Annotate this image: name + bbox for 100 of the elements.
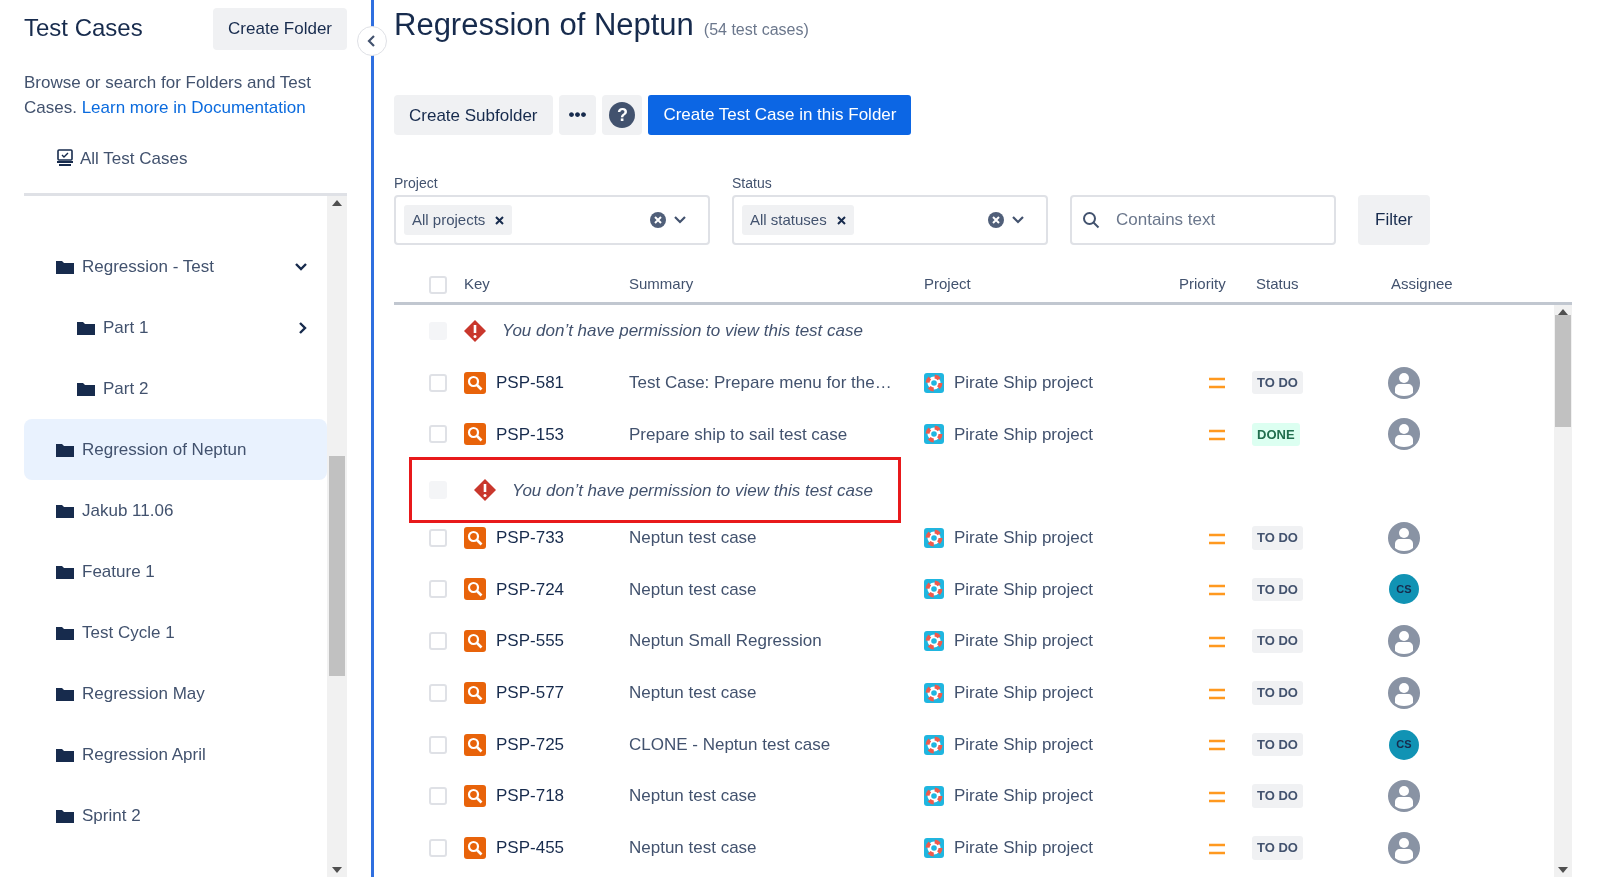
column-header[interactable]: Project: [924, 273, 1179, 296]
permission-message: You don’t have permission to view this test case: [502, 320, 863, 343]
table-cell-text: Neptun test case: [629, 837, 758, 860]
medium-priority-icon: [1209, 429, 1225, 442]
select-all-checkbox[interactable]: [429, 275, 447, 294]
search-icon: [464, 371, 486, 394]
tree-item[interactable]: All Test Cases: [80, 145, 188, 171]
folder-icon: [56, 624, 74, 641]
table-cell-text: Neptun Small Regression: [629, 630, 823, 653]
tree-item[interactable]: Test Cycle 1: [24, 602, 327, 663]
remove-icon: [495, 215, 505, 225]
chevron-down-icon: [674, 216, 686, 225]
filter-button[interactable]: Filter: [1358, 195, 1430, 246]
medium-priority-icon: [1209, 584, 1225, 597]
chevron-right-icon: [299, 321, 307, 334]
search-icon: [464, 630, 486, 653]
test-case-key[interactable]: PSP-555: [496, 628, 565, 654]
status-select[interactable]: All statuses: [732, 195, 1048, 246]
row-checkbox[interactable]: [429, 580, 447, 599]
row-checkbox[interactable]: [429, 373, 447, 392]
sidebar-title: Test Cases: [24, 14, 143, 44]
scrollbar-thumb[interactable]: [329, 456, 345, 676]
tree-item[interactable]: Regression of Neptun: [24, 419, 327, 480]
scrollbar[interactable]: [327, 196, 347, 877]
search-icon: [1082, 211, 1100, 230]
tree-item[interactable]: Part 1: [24, 297, 327, 358]
test-case-key[interactable]: PSP-577: [496, 680, 565, 706]
project-select[interactable]: All projects: [394, 195, 710, 246]
table-cell-text: Pirate Ship project: [954, 682, 1093, 705]
row-checkbox[interactable]: [429, 425, 447, 444]
lifebuoy-icon: [924, 734, 944, 755]
folder-icon: [56, 563, 74, 580]
tree-item[interactable]: Feature 1: [24, 541, 327, 602]
column-header[interactable]: Status: [1256, 273, 1379, 296]
table-cell-text: Pirate Ship project: [954, 527, 1093, 550]
column-header[interactable]: Assignee: [1391, 273, 1572, 296]
create-test-case-button[interactable]: Create Test Case in this Folder: [648, 95, 912, 136]
status-lozenge: TO DO: [1252, 370, 1303, 395]
more-button[interactable]: •••: [558, 95, 597, 136]
table-cell-text: Neptun test case: [629, 578, 758, 601]
search-field[interactable]: Contains text: [1070, 195, 1336, 246]
table-cell-text: Prepare ship to sail test case: [629, 423, 849, 446]
tree-item[interactable]: Sprint 2: [24, 785, 327, 846]
column-header[interactable]: Summary: [629, 273, 924, 296]
folder-icon: [56, 258, 74, 275]
row-checkbox[interactable]: [429, 683, 447, 702]
scroll-down-icon: [1558, 867, 1568, 873]
scrollbar-thumb[interactable]: [1555, 315, 1571, 428]
chevron-down-icon: [295, 262, 307, 271]
test-case-key[interactable]: PSP-718: [496, 783, 565, 809]
monitor-icon: [56, 149, 74, 168]
medium-priority-icon: [1209, 377, 1225, 390]
scroll-up-icon: [332, 200, 342, 206]
table-cell-text: Test Case: Prepare menu for the…: [629, 371, 893, 394]
clear-icon: [988, 212, 1004, 229]
search-icon: [464, 785, 486, 808]
table-cell-text: Pirate Ship project: [954, 785, 1093, 808]
tree-item[interactable]: Part 2: [24, 358, 327, 419]
tree-item[interactable]: Regression - Test: [24, 236, 327, 297]
tree-item[interactable]: Regression April: [24, 724, 327, 785]
tree-item[interactable]: Regression May: [24, 663, 327, 724]
table-cell-text: Pirate Ship project: [954, 837, 1093, 860]
row-checkbox[interactable]: [429, 528, 447, 547]
permission-message: You don’t have permission to view this test case: [512, 479, 873, 502]
folder-icon: [77, 319, 95, 336]
documentation-link[interactable]: Learn more in Documentation: [81, 97, 306, 117]
folder-icon: [56, 685, 74, 702]
help-button[interactable]: ?: [602, 95, 643, 136]
search-icon: [464, 836, 486, 859]
chevron-down-icon: [1012, 216, 1024, 225]
user-avatar-icon: [1388, 418, 1420, 451]
test-case-key[interactable]: PSP-725: [496, 731, 565, 758]
lifebuoy-icon: [924, 786, 944, 807]
collapse-button[interactable]: [357, 26, 387, 56]
create-subfolder-button[interactable]: Create Subfolder: [394, 95, 553, 136]
test-case-key[interactable]: PSP-455: [496, 835, 565, 861]
row-checkbox[interactable]: [429, 838, 447, 857]
warning-icon: [464, 320, 486, 343]
search-icon: [464, 526, 486, 549]
test-case-key[interactable]: PSP-153: [496, 421, 565, 448]
test-case-key[interactable]: PSP-581: [496, 369, 565, 396]
create-folder-button[interactable]: Create Folder: [213, 8, 347, 50]
row-checkbox[interactable]: [429, 735, 447, 754]
status-lozenge: TO DO: [1252, 526, 1303, 550]
status-lozenge: TO DO: [1252, 629, 1303, 653]
table-cell-text: CLONE - Neptun test case: [629, 733, 832, 756]
test-case-key[interactable]: PSP-733: [496, 525, 565, 551]
test-case-key[interactable]: PSP-724: [496, 576, 565, 603]
column-header[interactable]: Key: [464, 273, 629, 296]
search-icon: [464, 423, 486, 446]
tree-item[interactable]: Jakub 11.06: [24, 480, 327, 541]
scrollbar[interactable]: [1554, 305, 1572, 877]
row-checkbox[interactable]: [429, 787, 447, 806]
medium-priority-icon: [1209, 635, 1225, 648]
folder-icon: [56, 807, 74, 824]
lifebuoy-icon: [924, 837, 944, 858]
table-cell-text: Pirate Ship project: [954, 578, 1093, 601]
avatar: CS: [1389, 729, 1419, 760]
row-checkbox[interactable]: [429, 632, 447, 651]
medium-priority-icon: [1209, 842, 1225, 855]
